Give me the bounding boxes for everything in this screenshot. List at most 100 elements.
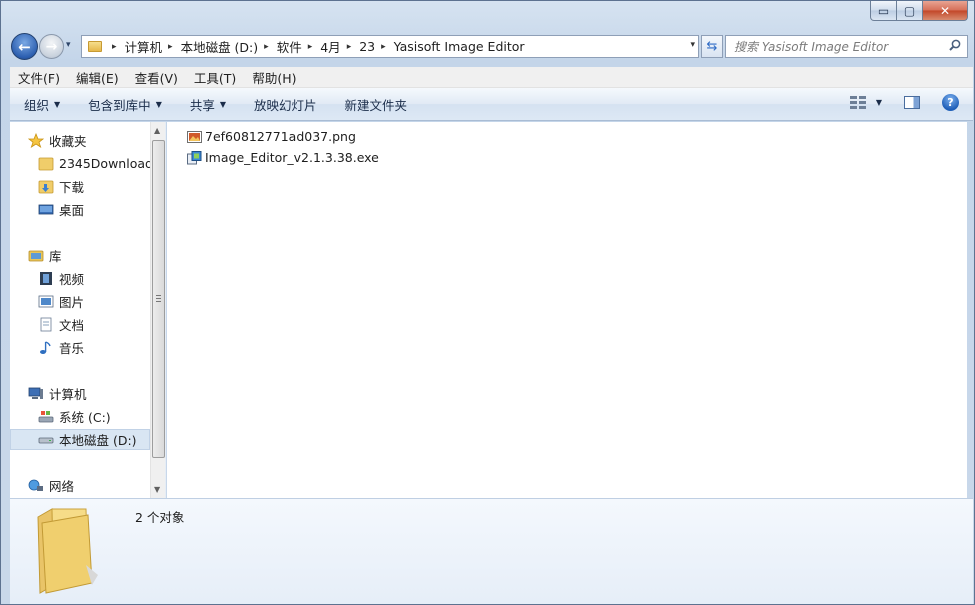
breadcrumb-separator[interactable]: ▸	[308, 42, 313, 52]
library-icon	[28, 250, 44, 262]
folder-icon	[38, 157, 54, 171]
view-options-dropdown[interactable]: ▼	[876, 98, 882, 107]
breadcrumb-computer[interactable]: 计算机 ▸	[125, 36, 181, 57]
nav-libraries[interactable]: 库	[28, 245, 62, 266]
nav-label: 视频	[59, 272, 85, 287]
details-pane: 2 个对象	[10, 498, 973, 604]
nav-item-videos[interactable]: 视频	[38, 268, 84, 289]
menu-file[interactable]: 文件(F)	[10, 68, 68, 87]
nav-network[interactable]: 网络	[28, 475, 74, 496]
breadcrumb-separator[interactable]: ▸	[168, 42, 173, 52]
file-name: Image_Editor_v2.1.3.38.exe	[205, 150, 379, 165]
minimize-button[interactable]: ▭	[870, 1, 897, 21]
file-item-exe[interactable]: Image_Editor_v2.1.3.38.exe	[187, 148, 379, 167]
breadcrumb-separator[interactable]: ▸	[112, 42, 117, 52]
nav-item-pictures[interactable]: 图片	[38, 291, 84, 312]
breadcrumb-separator[interactable]: ▸	[347, 42, 352, 52]
breadcrumb-separator[interactable]: ▸	[381, 42, 386, 52]
file-item-png[interactable]: 7ef60812771ad037.png	[187, 127, 356, 146]
recent-pages-dropdown[interactable]: ▾	[66, 40, 71, 50]
breadcrumb-separator[interactable]: ▸	[264, 42, 269, 52]
scroll-down-button[interactable]: ▼	[154, 485, 160, 494]
nav-label: 音乐	[59, 341, 85, 356]
navigation-row: ← → ▾ ▸ 计算机 ▸ 本地磁盘 (D:) ▸ 软件 ▸ 4月 ▸ 23 ▸…	[9, 33, 968, 61]
search-box[interactable]	[725, 35, 968, 58]
share-label: 共享	[189, 97, 215, 113]
help-icon[interactable]: ?	[942, 94, 959, 111]
menu-view[interactable]: 查看(V)	[127, 68, 186, 87]
slideshow-button[interactable]: 放映幻灯片	[240, 95, 331, 114]
scroll-thumb[interactable]	[152, 140, 165, 458]
nav-label: 本地磁盘 (D:)	[59, 433, 137, 448]
nav-item-desktop[interactable]: 桌面	[38, 199, 84, 220]
refresh-button[interactable]: ⇆	[701, 35, 723, 58]
breadcrumb-label: 软件	[276, 40, 302, 55]
maximize-button[interactable]: ▢	[897, 1, 923, 21]
file-list-pane[interactable]: 7ef60812771ad037.png Image_Editor_v2.1.3…	[167, 122, 967, 498]
folder-icon	[88, 41, 102, 52]
chevron-down-icon: ▼	[155, 99, 162, 109]
nav-item-system-drive[interactable]: 系统 (C:)	[38, 406, 111, 427]
menu-tools[interactable]: 工具(T)	[186, 68, 244, 87]
view-controls: ▼ ?	[849, 94, 959, 111]
close-button[interactable]: ✕	[923, 1, 968, 21]
organize-label: 组织	[24, 97, 50, 113]
nav-favorites[interactable]: 收藏夹	[28, 130, 87, 151]
chevron-down-icon: ▼	[54, 99, 61, 109]
preview-pane-icon[interactable]	[904, 96, 920, 109]
local-drive-icon	[38, 437, 54, 444]
music-icon	[40, 341, 51, 354]
documents-icon	[40, 317, 52, 332]
breadcrumb-april[interactable]: 4月 ▸	[320, 36, 359, 57]
forward-button[interactable]: →	[39, 34, 64, 59]
caption-buttons: ▭ ▢ ✕	[870, 1, 968, 21]
share-button[interactable]: 共享 ▼	[176, 95, 240, 114]
scroll-up-button[interactable]: ▲	[154, 126, 160, 135]
menu-edit[interactable]: 编辑(E)	[68, 68, 127, 87]
menu-help[interactable]: 帮助(H)	[244, 68, 304, 87]
chevron-down-icon: ▼	[219, 99, 227, 109]
refresh-icon: ⇆	[706, 39, 718, 54]
nav-item-downloads[interactable]: 下载	[38, 176, 84, 197]
menu-bar: 文件(F) 编辑(E) 查看(V) 工具(T) 帮助(H)	[10, 67, 973, 88]
nav-label: 桌面	[59, 203, 85, 218]
search-icon[interactable]	[949, 39, 961, 51]
item-count: 2 个对象	[135, 510, 185, 525]
breadcrumb-drive-d[interactable]: 本地磁盘 (D:) ▸	[181, 36, 277, 57]
nav-label: 收藏夹	[49, 134, 87, 149]
nav-pane-scrollbar[interactable]: ▲ ▼	[150, 122, 165, 498]
address-history-dropdown[interactable]: ▾	[690, 40, 695, 50]
video-icon	[40, 272, 52, 285]
star-icon	[28, 133, 44, 148]
breadcrumb-label: 4月	[320, 40, 341, 55]
nav-label: 2345Downloads	[59, 156, 160, 171]
nav-item-documents[interactable]: 文档	[38, 314, 84, 335]
exe-installer-icon	[187, 150, 202, 164]
explorer-window: ▭ ▢ ✕ ← → ▾ ▸ 计算机 ▸ 本地磁盘 (D:) ▸ 软件 ▸ 4月	[0, 0, 975, 605]
scroll-grip-icon	[156, 295, 161, 302]
breadcrumb-current-folder[interactable]: Yasisoft Image Editor	[394, 36, 525, 57]
breadcrumb-label: 计算机	[124, 40, 163, 55]
back-button[interactable]: ←	[11, 33, 38, 60]
change-view-icon[interactable]	[849, 95, 866, 110]
new-folder-button[interactable]: 新建文件夹	[331, 95, 422, 114]
address-bar[interactable]: ▸ 计算机 ▸ 本地磁盘 (D:) ▸ 软件 ▸ 4月 ▸ 23 ▸ Yasis…	[81, 35, 699, 58]
pictures-icon	[38, 295, 54, 308]
nav-item-local-drive-d[interactable]: 本地磁盘 (D:)	[10, 429, 150, 450]
include-in-library-label: 包含到库中	[88, 97, 151, 113]
nav-label: 文档	[59, 318, 85, 333]
folder-large-icon	[37, 508, 98, 594]
nav-item-2345downloads[interactable]: 2345Downloads	[38, 153, 159, 174]
computer-icon	[28, 387, 43, 399]
search-input[interactable]	[734, 39, 944, 54]
organize-button[interactable]: 组织 ▼	[10, 95, 74, 114]
include-in-library-button[interactable]: 包含到库中 ▼	[74, 95, 176, 114]
breadcrumb-23[interactable]: 23 ▸	[359, 36, 393, 57]
breadcrumb-label: 本地磁盘 (D:)	[180, 40, 259, 55]
breadcrumb-software[interactable]: 软件 ▸	[277, 36, 321, 57]
png-image-icon	[187, 130, 202, 143]
nav-computer[interactable]: 计算机	[28, 383, 87, 404]
navigation-pane: 收藏夹 2345Downloads 下载 桌面 库 视频 图片 文档 音乐 计算…	[10, 122, 166, 498]
nav-item-music[interactable]: 音乐	[38, 337, 84, 358]
breadcrumb-label: Yasisoft Image Editor	[393, 39, 525, 54]
